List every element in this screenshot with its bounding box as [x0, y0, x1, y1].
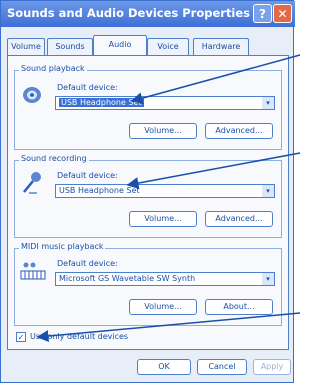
arrow-playback-device: [130, 54, 301, 105]
arrow-recording-device: [126, 152, 301, 189]
annotation-arrows: [36, 54, 301, 343]
arrow-default-only: [36, 312, 301, 343]
